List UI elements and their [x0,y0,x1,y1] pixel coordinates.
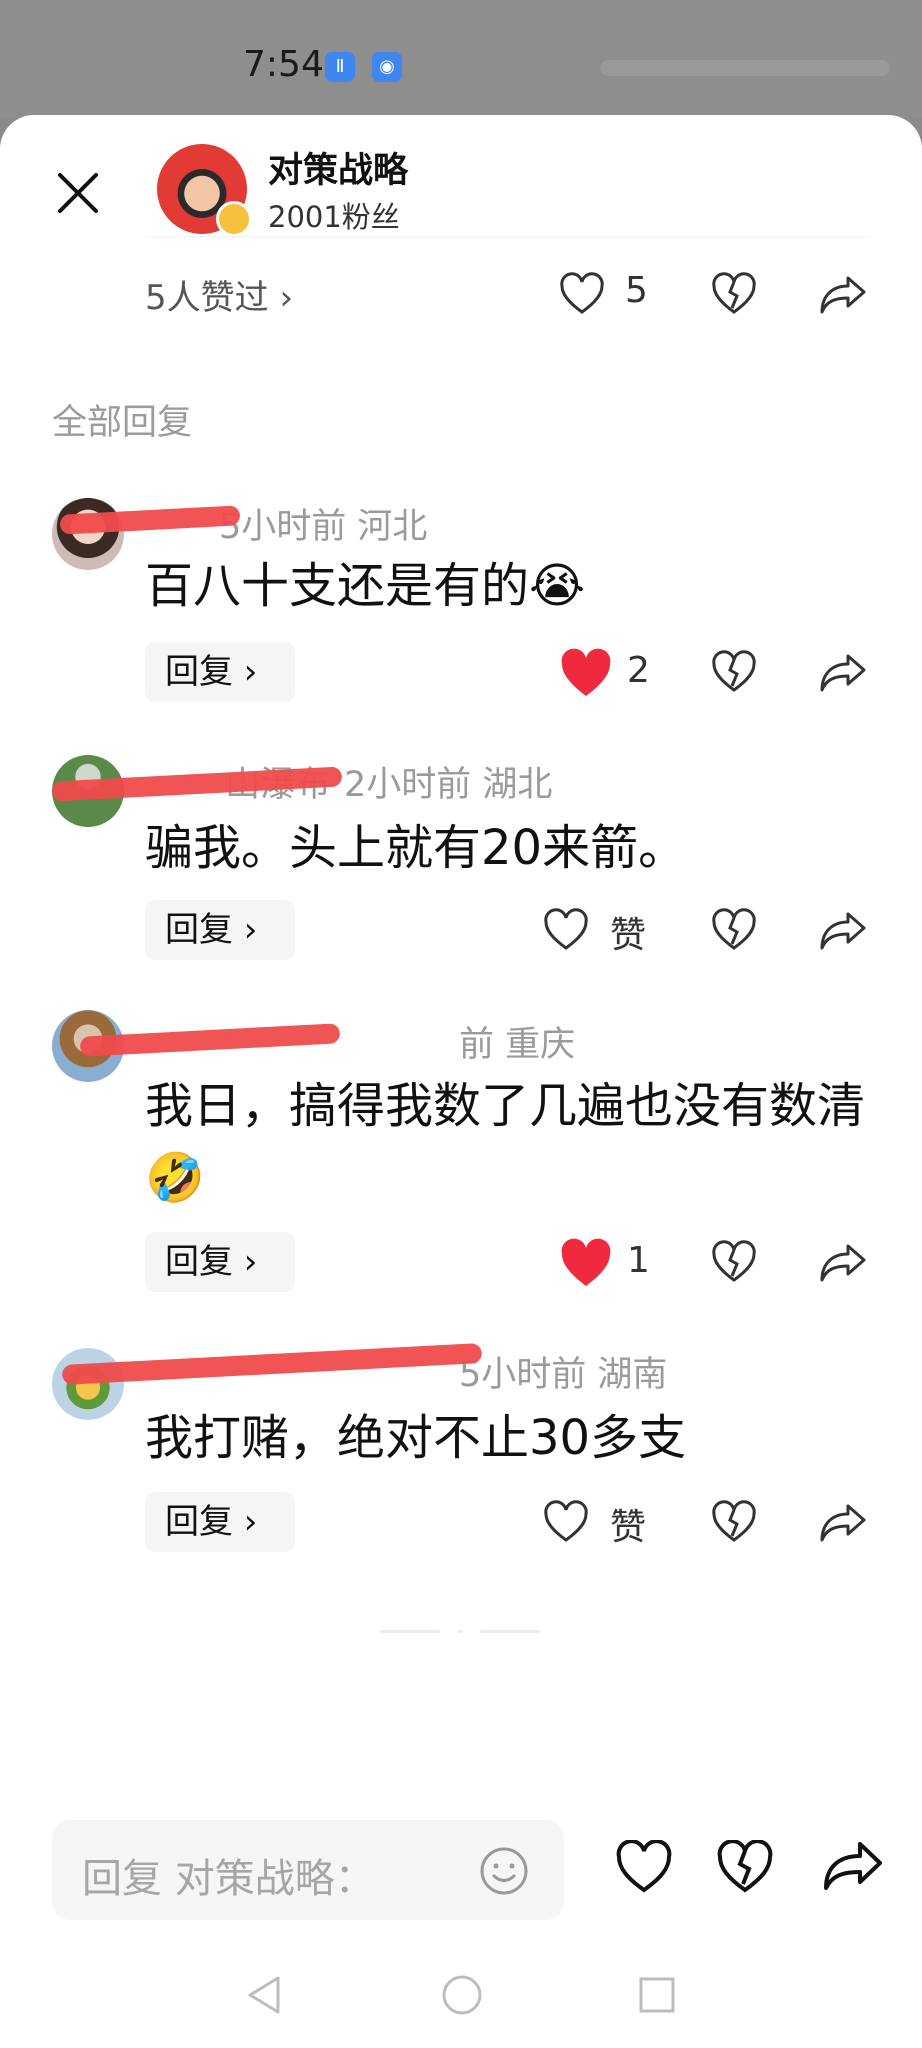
reply-button[interactable]: 回复 › [145,642,295,702]
comment-avatar[interactable] [52,1348,124,1420]
comment-text-body: 百八十支还是有的 [145,558,530,614]
broken-heart-icon[interactable] [710,908,758,952]
reply-button[interactable]: 回复 › [145,1232,295,1292]
reply-button[interactable]: 回复 › [145,1492,295,1552]
heart-outline-icon[interactable] [615,1840,673,1894]
status-time: 7:54 [243,44,324,85]
reply-button-label: 回复 [165,1502,233,1542]
home-circle-icon[interactable] [440,1973,484,2017]
heart-outline-icon[interactable] [542,1500,590,1544]
comment-text-body: 骗我。头上就有20来箭。 [145,820,687,876]
comment-text-body: 我日，搞得我数了几遍也没有数清 [145,1078,866,1134]
reply-button-label: 回复 [165,652,233,692]
app-icon-2: ◉ [372,52,402,82]
comment-like-label: 赞 [610,915,647,956]
section-title: 全部回复 [52,403,193,443]
comment-text: 我打赌，绝对不止30多支 [145,1402,865,1474]
comment-time-location: 5小时前 河北 [219,507,428,547]
share-icon[interactable] [818,1500,868,1544]
comment-emoji: 😭 [529,558,586,614]
reply-input-placeholder: 回复 对策战略： [82,1856,375,1902]
share-icon[interactable] [818,908,868,952]
comment-avatar[interactable] [52,498,124,570]
liked-by-link[interactable]: 5人赞过 › [145,270,293,319]
heart-outline-icon[interactable] [558,272,606,316]
comment-text: 我日，搞得我数了几遍也没有数清 🤣 [145,1070,865,1214]
author-name[interactable]: 对策战略 [268,142,408,193]
heart-filled-icon[interactable] [558,648,614,700]
comment-time-location: 5小时前 湖南 [459,1355,668,1395]
share-icon[interactable] [818,272,868,316]
back-triangle-icon[interactable] [242,1972,286,2018]
comment-time-location: 2小时前 湖北 [344,765,553,805]
broken-heart-icon[interactable] [710,1500,758,1544]
app-icon-1: Ⅱ [325,52,355,82]
comment-like-count: 2 [627,650,650,691]
post-like-count: 5 [625,270,648,311]
broken-heart-icon[interactable] [710,650,758,694]
heart-filled-icon[interactable] [558,1238,614,1290]
comment-text: 百八十支还是有的😭 [145,550,865,622]
system-nav-bar [0,1950,922,2048]
comment-like-label: 赞 [610,1507,647,1548]
share-icon[interactable] [822,1838,884,1894]
broken-heart-icon[interactable] [710,1240,758,1284]
comment-emoji: 🤣 [145,1150,205,1206]
end-of-list-indicator [380,1630,540,1633]
broken-heart-icon[interactable] [710,272,758,316]
author-fans: 2001粉丝 [268,200,400,234]
broken-heart-icon[interactable] [716,1840,774,1894]
reply-button[interactable]: 回复 › [145,900,295,960]
header-divider [145,236,870,237]
comment-text-body: 我打赌，绝对不止30多支 [145,1410,687,1466]
liked-by-label: 5人赞过 [145,278,269,318]
comment-text: 骗我。头上就有20来箭。 [145,812,865,884]
verified-badge-icon [216,201,252,237]
share-icon[interactable] [818,1240,868,1284]
heart-outline-icon[interactable] [542,908,590,952]
comment-time-location: 前 重庆 [459,1025,576,1065]
reply-button-label: 回复 [165,910,233,950]
chevron-right-icon: › [268,278,294,318]
share-icon[interactable] [818,650,868,694]
emoji-icon[interactable] [478,1845,530,1897]
status-icons-blurred [600,60,890,76]
comment-like-count: 1 [627,1240,650,1281]
reply-button-label: 回复 [165,1242,233,1282]
recent-square-icon[interactable] [637,1975,677,2015]
close-icon[interactable] [50,165,106,221]
status-bar: 7:54 Ⅱ ◉ [0,0,922,118]
